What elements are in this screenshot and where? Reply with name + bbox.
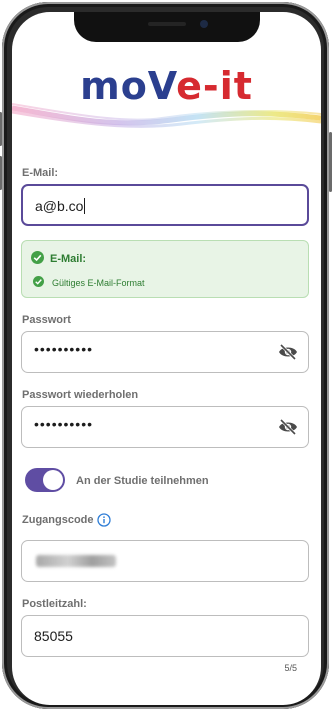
password-field[interactable]: •••••••••• bbox=[21, 331, 309, 373]
postal-code-field[interactable]: 85055 bbox=[21, 615, 309, 657]
password-repeat-field[interactable]: •••••••••• bbox=[21, 406, 309, 448]
validation-title: E-Mail: bbox=[50, 253, 87, 265]
access-code-field[interactable] bbox=[21, 540, 309, 582]
info-icon[interactable] bbox=[97, 513, 111, 527]
volume-up-button bbox=[0, 112, 2, 146]
volume-down-button bbox=[0, 156, 2, 190]
camera-icon bbox=[200, 20, 208, 28]
password-label: Passwort bbox=[22, 314, 71, 326]
email-field[interactable]: a@b.co bbox=[21, 184, 309, 226]
postal-code-label: Postleitzahl: bbox=[22, 598, 87, 610]
notch bbox=[74, 12, 260, 42]
password-repeat-label: Passwort wiederholen bbox=[22, 389, 139, 401]
eye-off-icon[interactable] bbox=[278, 343, 298, 361]
side-button bbox=[329, 132, 332, 192]
eye-off-icon[interactable] bbox=[278, 418, 298, 436]
logo-swoosh-decoration bbox=[12, 103, 321, 128]
phone-frame: moVe-it E-Mail: a@b.co E-Mail: Gültiges … bbox=[0, 2, 332, 709]
page-indicator: 5/5 bbox=[284, 663, 297, 673]
redacted-access-code bbox=[36, 555, 116, 567]
check-circle-icon bbox=[31, 251, 44, 264]
password-masked-value: •••••••••• bbox=[34, 341, 94, 357]
postal-code-value: 85055 bbox=[34, 628, 73, 644]
text-caret bbox=[84, 198, 86, 214]
app-screen: moVe-it E-Mail: a@b.co E-Mail: Gültiges … bbox=[12, 12, 321, 705]
password-repeat-masked-value: •••••••••• bbox=[34, 416, 94, 432]
email-label: E-Mail: bbox=[22, 167, 59, 179]
validation-message: Gültiges E-Mail-Format bbox=[52, 278, 145, 288]
email-validation-box: E-Mail: Gültiges E-Mail-Format bbox=[21, 240, 309, 298]
study-participation-toggle[interactable] bbox=[25, 468, 65, 492]
email-value: a@b.co bbox=[35, 198, 86, 214]
access-code-label: Zugangscode bbox=[22, 514, 94, 526]
speaker-icon bbox=[148, 22, 186, 26]
toggle-knob bbox=[43, 470, 63, 490]
study-participation-label: An der Studie teilnehmen bbox=[76, 475, 209, 487]
check-circle-small-icon bbox=[33, 276, 44, 287]
